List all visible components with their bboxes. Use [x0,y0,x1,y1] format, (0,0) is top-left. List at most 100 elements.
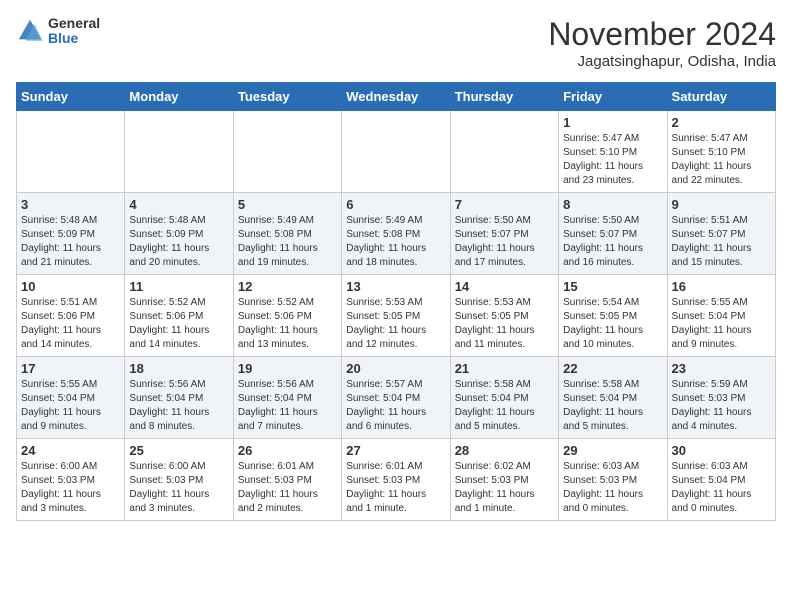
day-cell: 6 Sunrise: 5:49 AM Sunset: 5:08 PM Daylig… [342,193,450,275]
day-cell: 27Sunrise: 6:01 AM Sunset: 5:03 PM Dayli… [342,439,450,521]
day-cell [342,111,450,193]
day-info: Sunrise: 5:53 AM Sunset: 5:05 PM Dayligh… [455,296,554,352]
day-cell: 12Sunrise: 5:52 AM Sunset: 5:06 PM Dayli… [233,275,341,357]
day-cell: 21 Sunrise: 5:58 AM Sunset: 5:04 PM Dayli… [450,357,558,439]
header-cell-thursday: Thursday [450,83,558,111]
day-number: 6 [346,197,445,212]
day-cell: 29Sunrise: 6:03 AM Sunset: 5:03 PM Dayli… [559,439,667,521]
day-cell [125,111,233,193]
day-number: 20 [346,361,445,376]
day-cell: 23Sunrise: 5:59 AM Sunset: 5:03 PM Dayli… [667,357,775,439]
day-number: 16 [672,279,771,294]
day-number: 30 [672,443,771,458]
day-info: Sunrise: 6:01 AM Sunset: 5:03 PM Dayligh… [238,460,337,516]
logo-text: General Blue [48,16,100,47]
location: Jagatsinghapur, Odisha, India [548,53,776,70]
header-cell-saturday: Saturday [667,83,775,111]
week-row-4: 24 Sunrise: 6:00 AM Sunset: 5:03 PM Dayli… [17,439,776,521]
logo-blue: Blue [48,31,100,46]
day-info: Sunrise: 5:58 AM Sunset: 5:04 PM Dayligh… [455,378,554,434]
day-info: Sunrise: 5:52 AM Sunset: 5:06 PM Dayligh… [129,296,228,352]
day-number: 29 [563,443,662,458]
day-info: Sunrise: 5:55 AM Sunset: 5:04 PM Dayligh… [21,378,120,434]
day-number: 8 [563,197,662,212]
day-cell: 2 Sunrise: 5:47 AM Sunset: 5:10 PM Daylig… [667,111,775,193]
day-info: Sunrise: 5:56 AM Sunset: 5:04 PM Dayligh… [238,378,337,434]
day-info: Sunrise: 5:50 AM Sunset: 5:07 PM Dayligh… [563,214,662,270]
day-cell: 22 Sunrise: 5:58 AM Sunset: 5:04 PM Dayli… [559,357,667,439]
day-number: 10 [21,279,120,294]
day-number: 9 [672,197,771,212]
header-cell-wednesday: Wednesday [342,83,450,111]
day-number: 14 [455,279,554,294]
day-info: Sunrise: 5:50 AM Sunset: 5:07 PM Dayligh… [455,214,554,270]
day-cell: 10Sunrise: 5:51 AM Sunset: 5:06 PM Dayli… [17,275,125,357]
day-number: 2 [672,115,771,130]
day-cell: 3 Sunrise: 5:48 AM Sunset: 5:09 PM Daylig… [17,193,125,275]
week-row-1: 3 Sunrise: 5:48 AM Sunset: 5:09 PM Daylig… [17,193,776,275]
day-number: 15 [563,279,662,294]
day-cell: 26Sunrise: 6:01 AM Sunset: 5:03 PM Dayli… [233,439,341,521]
logo-icon [16,17,44,45]
day-number: 4 [129,197,228,212]
day-number: 13 [346,279,445,294]
day-info: Sunrise: 5:51 AM Sunset: 5:07 PM Dayligh… [672,214,771,270]
day-cell: 1 Sunrise: 5:47 AM Sunset: 5:10 PM Daylig… [559,111,667,193]
day-cell [450,111,558,193]
day-cell: 5Sunrise: 5:49 AM Sunset: 5:08 PM Daylig… [233,193,341,275]
day-cell: 30 Sunrise: 6:03 AM Sunset: 5:04 PM Dayli… [667,439,775,521]
day-number: 22 [563,361,662,376]
day-info: Sunrise: 6:00 AM Sunset: 5:03 PM Dayligh… [129,460,228,516]
day-info: Sunrise: 5:47 AM Sunset: 5:10 PM Dayligh… [672,132,771,188]
day-cell: 18Sunrise: 5:56 AM Sunset: 5:04 PM Dayli… [125,357,233,439]
day-cell: 11 Sunrise: 5:52 AM Sunset: 5:06 PM Dayli… [125,275,233,357]
day-info: Sunrise: 5:49 AM Sunset: 5:08 PM Dayligh… [238,214,337,270]
day-cell: 20Sunrise: 5:57 AM Sunset: 5:04 PM Dayli… [342,357,450,439]
day-info: Sunrise: 5:48 AM Sunset: 5:09 PM Dayligh… [129,214,228,270]
day-cell: 15 Sunrise: 5:54 AM Sunset: 5:05 PM Dayli… [559,275,667,357]
day-number: 23 [672,361,771,376]
calendar-table: SundayMondayTuesdayWednesdayThursdayFrid… [16,82,776,521]
day-cell [233,111,341,193]
day-info: Sunrise: 6:03 AM Sunset: 5:04 PM Dayligh… [672,460,771,516]
day-number: 11 [129,279,228,294]
day-info: Sunrise: 5:48 AM Sunset: 5:09 PM Dayligh… [21,214,120,270]
day-cell: 16Sunrise: 5:55 AM Sunset: 5:04 PM Dayli… [667,275,775,357]
day-info: Sunrise: 6:00 AM Sunset: 5:03 PM Dayligh… [21,460,120,516]
day-number: 18 [129,361,228,376]
day-cell: 8 Sunrise: 5:50 AM Sunset: 5:07 PM Daylig… [559,193,667,275]
day-number: 7 [455,197,554,212]
day-number: 1 [563,115,662,130]
day-number: 24 [21,443,120,458]
day-cell: 17 Sunrise: 5:55 AM Sunset: 5:04 PM Dayli… [17,357,125,439]
day-number: 3 [21,197,120,212]
day-number: 27 [346,443,445,458]
day-cell: 9 Sunrise: 5:51 AM Sunset: 5:07 PM Daylig… [667,193,775,275]
day-cell: 24 Sunrise: 6:00 AM Sunset: 5:03 PM Dayli… [17,439,125,521]
day-cell: 13 Sunrise: 5:53 AM Sunset: 5:05 PM Dayli… [342,275,450,357]
header-cell-sunday: Sunday [17,83,125,111]
day-cell: 14 Sunrise: 5:53 AM Sunset: 5:05 PM Dayli… [450,275,558,357]
week-row-0: 1 Sunrise: 5:47 AM Sunset: 5:10 PM Daylig… [17,111,776,193]
day-number: 17 [21,361,120,376]
day-cell: 7 Sunrise: 5:50 AM Sunset: 5:07 PM Daylig… [450,193,558,275]
day-number: 12 [238,279,337,294]
day-info: Sunrise: 5:49 AM Sunset: 5:08 PM Dayligh… [346,214,445,270]
month-title: November 2024 [548,16,776,53]
day-cell: 28Sunrise: 6:02 AM Sunset: 5:03 PM Dayli… [450,439,558,521]
day-info: Sunrise: 5:47 AM Sunset: 5:10 PM Dayligh… [563,132,662,188]
day-cell [17,111,125,193]
day-info: Sunrise: 5:53 AM Sunset: 5:05 PM Dayligh… [346,296,445,352]
day-number: 21 [455,361,554,376]
calendar-body: 1 Sunrise: 5:47 AM Sunset: 5:10 PM Daylig… [17,111,776,521]
header-cell-tuesday: Tuesday [233,83,341,111]
day-info: Sunrise: 5:58 AM Sunset: 5:04 PM Dayligh… [563,378,662,434]
day-cell: 4 Sunrise: 5:48 AM Sunset: 5:09 PM Daylig… [125,193,233,275]
day-number: 28 [455,443,554,458]
day-info: Sunrise: 5:54 AM Sunset: 5:05 PM Dayligh… [563,296,662,352]
day-cell: 25 Sunrise: 6:00 AM Sunset: 5:03 PM Dayli… [125,439,233,521]
logo-general: General [48,16,100,31]
day-number: 25 [129,443,228,458]
header-cell-friday: Friday [559,83,667,111]
day-cell: 19Sunrise: 5:56 AM Sunset: 5:04 PM Dayli… [233,357,341,439]
